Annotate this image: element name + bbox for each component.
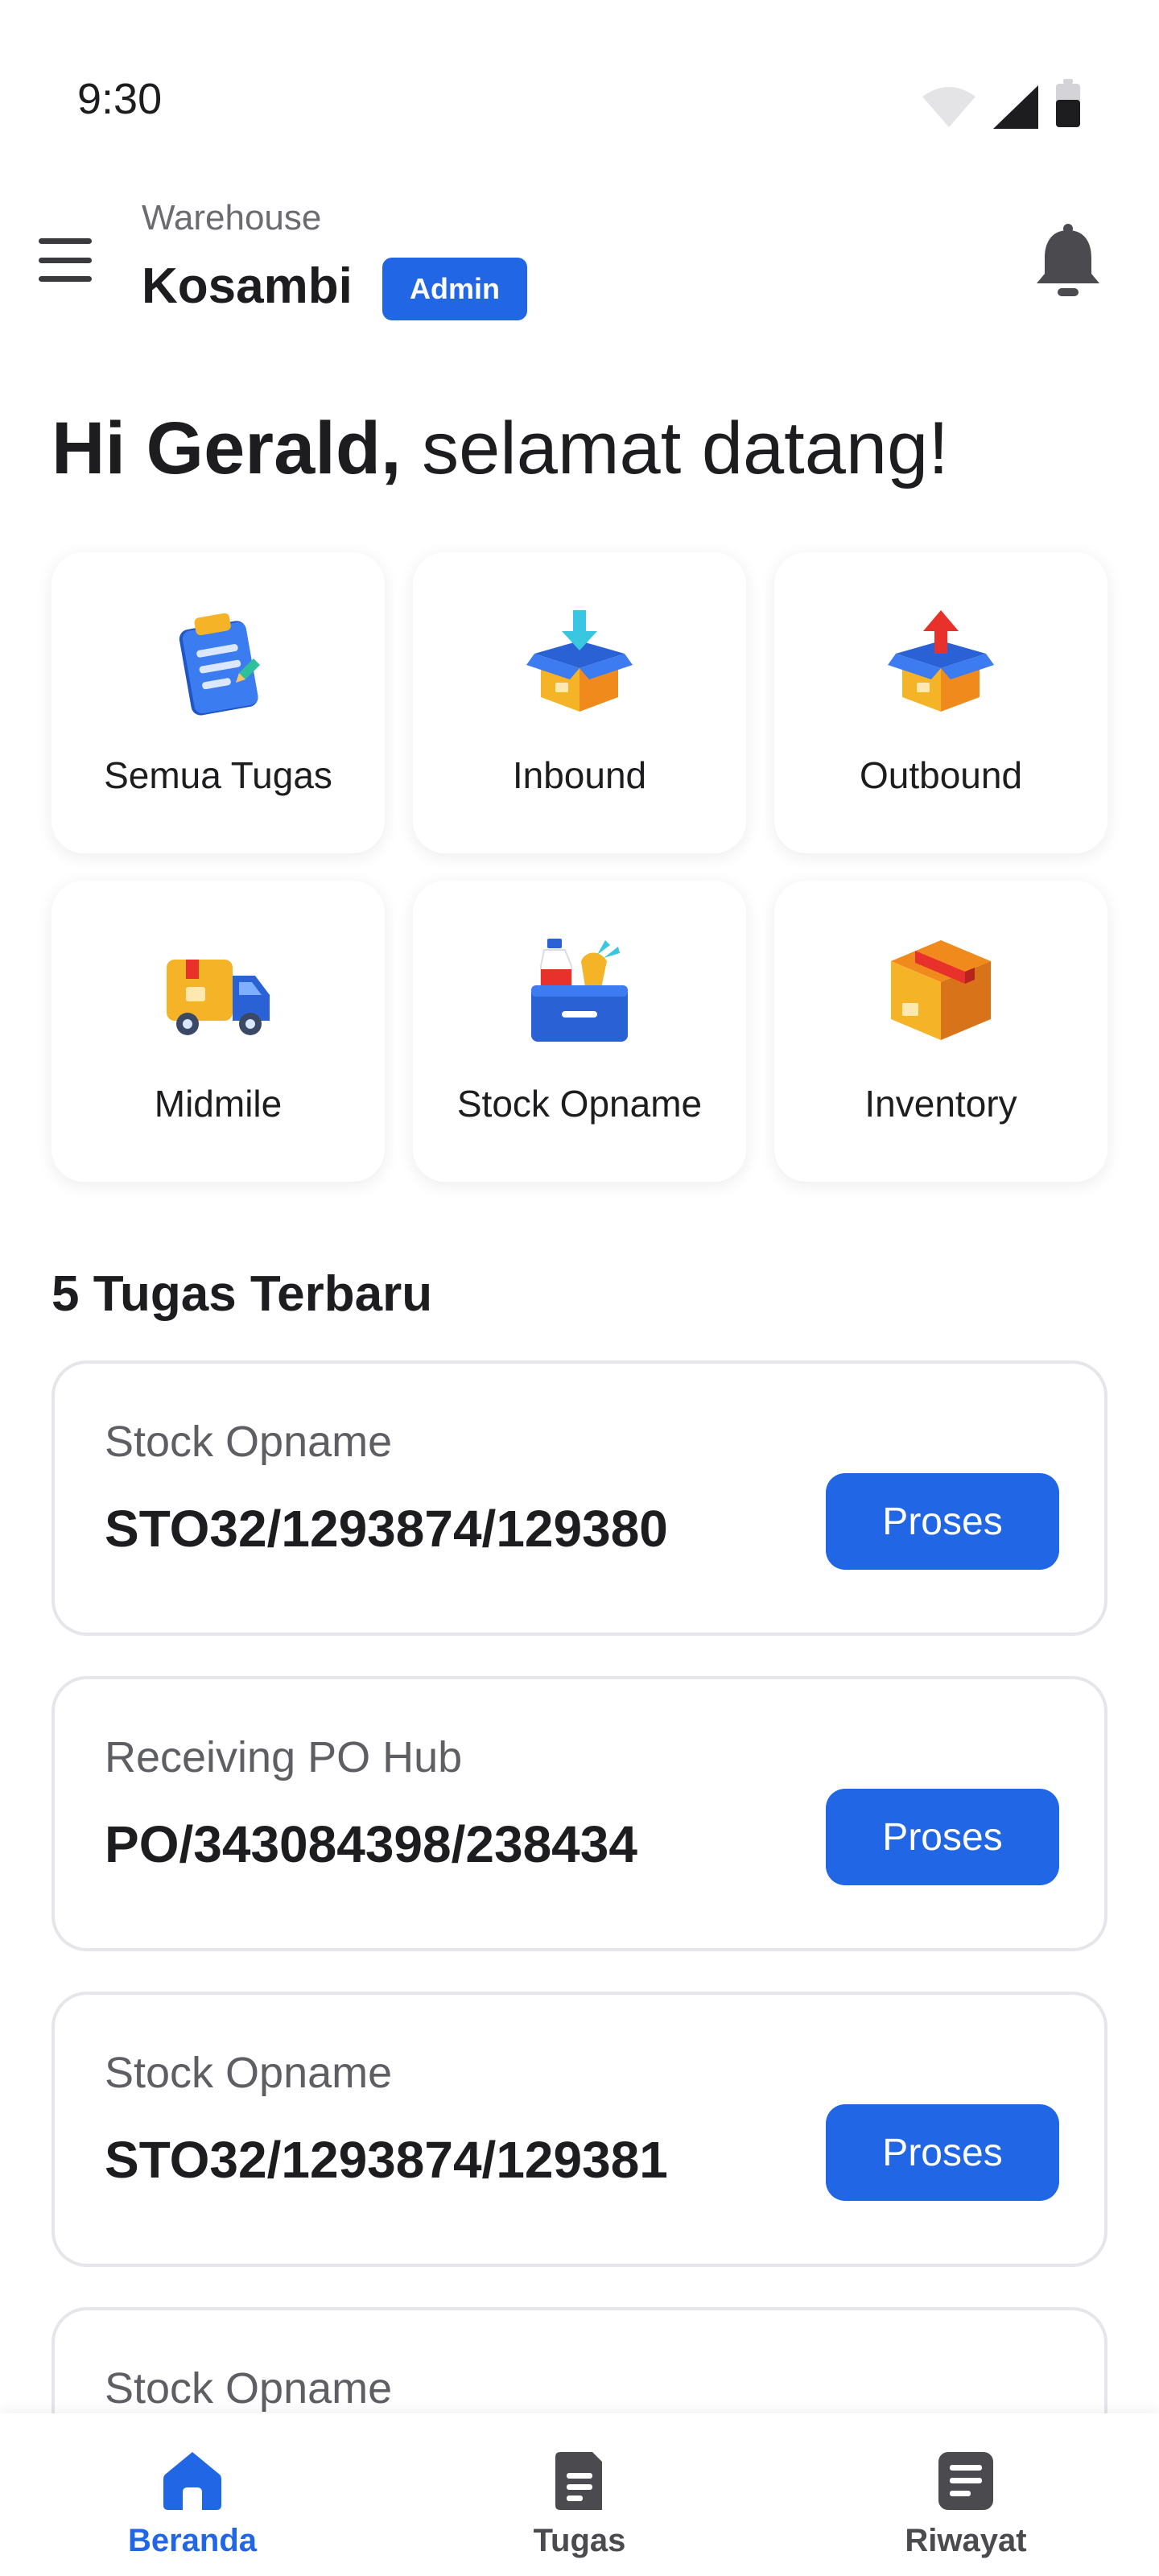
warehouse-label: Warehouse [142, 198, 322, 237]
nav-item-riwayat[interactable]: Riwayat [845, 2413, 1087, 2576]
warehouse-name[interactable]: Kosambi [142, 258, 353, 315]
process-button[interactable]: Proses [826, 1473, 1059, 1570]
task-type: Stock Opname [105, 2049, 393, 2097]
task-card[interactable]: Receiving PO Hub PO/343084398/238434 Pro… [52, 1676, 1107, 1951]
history-document-icon [938, 2452, 993, 2510]
bottom-navigation: Beranda Tugas Riwayat [0, 2413, 1159, 2576]
task-type: Receiving PO Hub [105, 1733, 463, 1781]
task-code: PO/343084398/238434 [105, 1815, 637, 1873]
greeting-message: selamat datang! [422, 407, 949, 489]
hamburger-icon-bar [39, 238, 92, 244]
role-badge: Admin [382, 258, 527, 320]
menu-card-label: Inbound [512, 754, 647, 796]
menu-card-label: Outbound [859, 754, 1023, 796]
menu-card-label: Stock Opname [456, 1083, 703, 1125]
nav-label: Riwayat [905, 2523, 1027, 2558]
greeting: Hi Gerald, selamat datang! [52, 407, 949, 491]
battery-icon [1056, 79, 1080, 127]
menu-card-inbound[interactable]: Inbound [413, 552, 746, 853]
hamburger-icon-bar [39, 257, 92, 263]
task-code: STO32/1293874/129380 [105, 1500, 668, 1558]
nav-label: Beranda [127, 2523, 258, 2558]
menu-card-outbound[interactable]: Outbound [774, 552, 1107, 853]
menu-card-label: Inventory [864, 1083, 1017, 1125]
hamburger-menu-button[interactable] [39, 233, 92, 287]
menu-card-label: Semua Tugas [104, 754, 332, 796]
truck-icon [167, 960, 270, 1035]
box-outbound-icon [888, 610, 994, 712]
process-button[interactable]: Proses [826, 1789, 1059, 1885]
menu-card-semua-tugas[interactable]: Semua Tugas [52, 552, 385, 853]
status-time: 9:30 [77, 75, 163, 123]
nav-item-beranda[interactable]: Beranda [72, 2413, 313, 2576]
notification-bell-icon[interactable] [1032, 222, 1104, 299]
menu-card-midmile[interactable]: Midmile [52, 881, 385, 1182]
menu-card-inventory[interactable]: Inventory [774, 881, 1107, 1182]
menu-card-label: Midmile [154, 1083, 283, 1125]
task-type: Stock Opname [105, 1418, 393, 1466]
cellular-signal-icon [993, 85, 1038, 129]
package-icon [891, 940, 991, 1040]
task-type: Stock Opname [105, 2364, 393, 2413]
hamburger-icon-bar [39, 276, 92, 282]
task-list: Stock Opname STO32/1293874/129380 Proses… [52, 1360, 1107, 2415]
task-card[interactable]: Stock Opname STO32/1293874/129381 Proses [52, 1992, 1107, 2267]
menu-grid: Semua Tugas Inbound Outbound Midmile Sto… [52, 552, 1107, 1182]
clipboard-icon [179, 613, 260, 716]
process-button[interactable]: Proses [826, 2104, 1059, 2201]
box-inbound-icon [526, 610, 633, 712]
nav-item-tugas[interactable]: Tugas [459, 2413, 700, 2576]
task-card[interactable]: Stock Opname STO32/1293874/129380 Proses [52, 1360, 1107, 1636]
home-icon [163, 2452, 221, 2510]
task-card[interactable]: Stock Opname [52, 2307, 1107, 2415]
greeting-name: Hi Gerald, [52, 407, 402, 489]
wifi-icon [922, 87, 975, 127]
menu-card-stock-opname[interactable]: Stock Opname [413, 881, 746, 1182]
task-document-icon [555, 2452, 602, 2510]
task-code: STO32/1293874/129381 [105, 2131, 668, 2189]
nav-label: Tugas [533, 2523, 626, 2558]
status-icons [921, 79, 1082, 129]
section-title: 5 Tugas Terbaru [52, 1266, 433, 1322]
stock-opname-box-icon [531, 939, 628, 1042]
